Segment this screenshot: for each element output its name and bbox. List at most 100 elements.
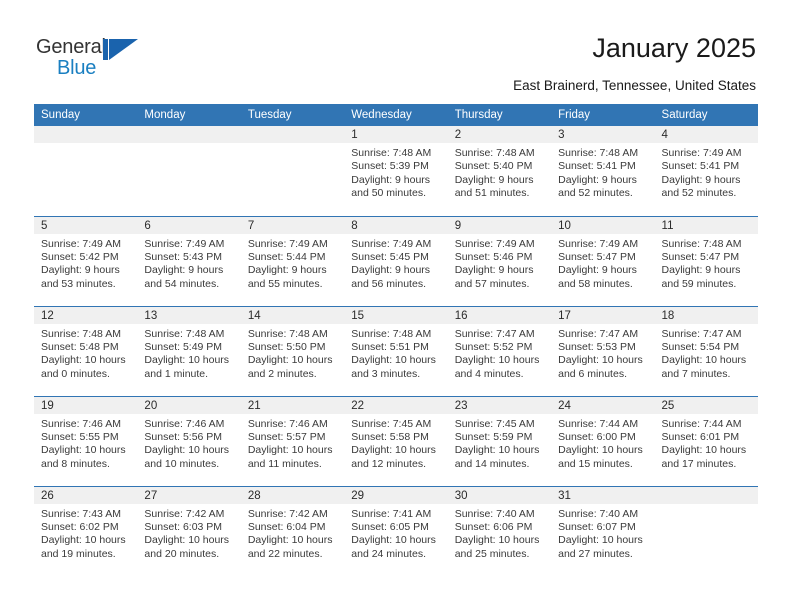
calendar-day-cell[interactable]: 5 Sunrise: 7:49 AM Sunset: 5:42 PM Daylight… (34, 215, 138, 306)
sunrise-line: Sunrise: 7:48 AM (351, 147, 432, 159)
calendar-body: 1 Sunrise: 7:48 AM Sunset: 5:39 PM Daylight… (34, 126, 758, 576)
day-detail-lines: Sunrise: 7:42 AM Sunset: 6:03 PM Daylight:… (137, 504, 240, 562)
calendar-day-cell[interactable]: 27 Sunrise: 7:42 AM Sunset: 6:03 PM Dayligh… (137, 485, 241, 576)
sunrise-line: Sunrise: 7:49 AM (144, 237, 225, 250)
weekday-header-saturday: Saturday (654, 104, 758, 126)
sunset-line: Sunset: 5:51 PM (351, 340, 429, 353)
day-number: 21 (240, 396, 345, 414)
calendar-day-cell[interactable]: 6 Sunrise: 7:49 AM Sunset: 5:43 PM Daylight… (137, 215, 241, 306)
calendar-day-cell[interactable]: 8 Sunrise: 7:49 AM Sunset: 5:45 PM Daylight… (344, 215, 448, 306)
day-number: 30 (447, 486, 552, 504)
sunset-line: Sunset: 5:40 PM (454, 160, 533, 173)
calendar-day-cell[interactable]: 7 Sunrise: 7:49 AM Sunset: 5:44 PM Daylight… (240, 215, 345, 306)
calendar-day-cell[interactable]: 25 Sunrise: 7:44 AM Sunset: 6:01 PM Dayligh… (654, 395, 758, 486)
day-detail-lines: Sunrise: 7:43 AM Sunset: 6:02 PM Daylight:… (34, 504, 137, 562)
daylight-line-cont: and 1 minute. (144, 367, 209, 380)
daylight-line-cont: and 51 minutes. (454, 187, 530, 200)
sunrise-line: Sunrise: 7:45 AM (454, 417, 535, 430)
day-detail-lines: Sunrise: 7:47 AM Sunset: 5:52 PM Daylight:… (448, 324, 551, 382)
daylight-line-cont: and 52 minutes. (558, 187, 633, 200)
sunset-line: Sunset: 5:53 PM (558, 340, 636, 353)
calendar-day-cell[interactable]: 29 Sunrise: 7:41 AM Sunset: 6:05 PM Dayligh… (344, 485, 448, 576)
daylight-line: Daylight: 9 hours (661, 264, 741, 277)
calendar-page: General Blue January 2025 East Brainerd,… (0, 0, 792, 612)
day-detail-lines: Sunrise: 7:49 AM Sunset: 5:42 PM Daylight:… (34, 234, 137, 292)
calendar-day-cell[interactable]: 17 Sunrise: 7:47 AM Sunset: 5:53 PM Dayligh… (551, 305, 655, 396)
sunrise-line: Sunrise: 7:44 AM (661, 417, 742, 430)
daylight-line: Daylight: 9 hours (454, 264, 534, 277)
sunrise-line: Sunrise: 7:46 AM (247, 417, 328, 430)
calendar-day-cell[interactable]: 28 Sunrise: 7:42 AM Sunset: 6:04 PM Dayligh… (240, 485, 345, 576)
sunrise-line: Sunrise: 7:47 AM (661, 327, 742, 340)
calendar-day-cell[interactable]: 2 Sunrise: 7:48 AM Sunset: 5:40 PM Daylight… (447, 126, 552, 216)
day-number (34, 126, 138, 143)
calendar-day-cell[interactable]: 24 Sunrise: 7:44 AM Sunset: 6:00 PM Dayligh… (551, 395, 655, 486)
calendar-day-cell[interactable]: 16 Sunrise: 7:47 AM Sunset: 5:52 PM Dayligh… (447, 305, 552, 396)
calendar-day-cell[interactable]: 15 Sunrise: 7:48 AM Sunset: 5:51 PM Dayligh… (344, 305, 448, 396)
calendar-week-row: 1 Sunrise: 7:48 AM Sunset: 5:39 PM Daylight… (34, 126, 758, 216)
sunrise-line: Sunrise: 7:49 AM (41, 237, 121, 250)
calendar-day-cell[interactable]: 19 Sunrise: 7:46 AM Sunset: 5:55 PM Dayligh… (34, 395, 138, 486)
sunrise-line: Sunrise: 7:40 AM (454, 507, 535, 520)
daylight-line-cont: and 24 minutes. (351, 547, 426, 560)
general-blue-logo[interactable]: General Blue (36, 36, 146, 82)
calendar-day-cell[interactable]: 23 Sunrise: 7:45 AM Sunset: 5:59 PM Dayligh… (447, 395, 552, 486)
calendar-day-cell[interactable]: 30 Sunrise: 7:40 AM Sunset: 6:06 PM Dayligh… (447, 485, 552, 576)
calendar-day-cell[interactable]: 21 Sunrise: 7:46 AM Sunset: 5:57 PM Dayligh… (240, 395, 345, 486)
sunrise-line: Sunrise: 7:47 AM (558, 327, 639, 340)
day-number: 19 (34, 396, 138, 414)
daylight-line-cont: and 22 minutes. (247, 547, 323, 560)
daylight-line-cont: and 7 minutes. (661, 367, 731, 380)
sunrise-line: Sunrise: 7:42 AM (247, 507, 328, 520)
daylight-line-cont: and 58 minutes. (558, 277, 633, 290)
daylight-line: Daylight: 9 hours (144, 264, 224, 277)
calendar-day-cell[interactable]: 10 Sunrise: 7:49 AM Sunset: 5:47 PM Dayligh… (551, 215, 655, 306)
calendar-day-cell[interactable]: 9 Sunrise: 7:49 AM Sunset: 5:46 PM Daylight… (447, 215, 552, 306)
sunset-line: Sunset: 6:02 PM (41, 520, 119, 533)
day-number: 25 (654, 396, 758, 414)
calendar-day-cell[interactable]: 31 Sunrise: 7:40 AM Sunset: 6:07 PM Dayligh… (551, 485, 655, 576)
day-detail-lines: Sunrise: 7:48 AM Sunset: 5:48 PM Daylight:… (34, 324, 137, 382)
daylight-line: Daylight: 10 hours (454, 534, 540, 547)
day-number: 26 (34, 486, 138, 504)
day-number: 23 (447, 396, 552, 414)
day-detail-lines: Sunrise: 7:47 AM Sunset: 5:54 PM Daylight:… (655, 324, 758, 382)
sunrise-line: Sunrise: 7:48 AM (144, 327, 225, 340)
calendar-day-cell[interactable]: 14 Sunrise: 7:48 AM Sunset: 5:50 PM Dayligh… (240, 305, 345, 396)
daylight-line: Daylight: 10 hours (41, 444, 126, 457)
calendar-day-cell[interactable]: 20 Sunrise: 7:46 AM Sunset: 5:56 PM Dayligh… (137, 395, 241, 486)
day-number (137, 126, 241, 143)
sunset-line: Sunset: 5:55 PM (41, 430, 119, 443)
calendar-day-cell[interactable]: 4 Sunrise: 7:49 AM Sunset: 5:41 PM Daylight… (654, 126, 758, 216)
daylight-line-cont: and 3 minutes. (351, 367, 421, 380)
day-number: 5 (34, 216, 138, 234)
day-detail-lines: Sunrise: 7:49 AM Sunset: 5:44 PM Daylight:… (241, 234, 344, 292)
day-detail-lines: Sunrise: 7:45 AM Sunset: 5:59 PM Daylight:… (448, 414, 551, 472)
logo-text-general: General (36, 36, 106, 58)
daylight-line-cont: and 56 minutes. (351, 277, 426, 290)
day-number: 10 (551, 216, 655, 234)
calendar-day-cell[interactable]: 26 Sunrise: 7:43 AM Sunset: 6:02 PM Dayligh… (34, 485, 138, 576)
calendar-day-cell[interactable]: 3 Sunrise: 7:48 AM Sunset: 5:41 PM Daylight… (551, 126, 655, 216)
calendar-day-cell[interactable]: 13 Sunrise: 7:48 AM Sunset: 5:49 PM Dayligh… (137, 305, 241, 396)
calendar-day-cell[interactable]: 12 Sunrise: 7:48 AM Sunset: 5:48 PM Dayligh… (34, 305, 138, 396)
weekday-header-friday: Friday (551, 104, 655, 126)
sunset-line: Sunset: 5:56 PM (144, 430, 223, 443)
weekday-header-wednesday: Wednesday (344, 104, 448, 126)
page-subtitle: East Brainerd, Tennessee, United States (513, 78, 756, 93)
daylight-line-cont: and 14 minutes. (454, 457, 530, 470)
daylight-line: Daylight: 9 hours (558, 173, 637, 186)
day-number: 3 (551, 126, 655, 143)
calendar-day-cell[interactable]: 18 Sunrise: 7:47 AM Sunset: 5:54 PM Dayligh… (654, 305, 758, 396)
day-number: 1 (344, 126, 448, 143)
sunrise-line: Sunrise: 7:40 AM (558, 507, 639, 520)
day-detail-lines: Sunrise: 7:49 AM Sunset: 5:41 PM Daylight:… (655, 143, 758, 201)
sunrise-line: Sunrise: 7:42 AM (144, 507, 225, 520)
calendar-day-cell[interactable]: 11 Sunrise: 7:48 AM Sunset: 5:47 PM Dayligh… (654, 215, 758, 306)
daylight-line: Daylight: 10 hours (247, 444, 333, 457)
sunrise-line: Sunrise: 7:49 AM (351, 237, 432, 250)
daylight-line: Daylight: 10 hours (351, 534, 436, 547)
sunrise-line: Sunrise: 7:43 AM (41, 507, 121, 520)
calendar-day-cell[interactable]: 22 Sunrise: 7:45 AM Sunset: 5:58 PM Dayligh… (344, 395, 448, 486)
calendar-day-cell[interactable]: 1 Sunrise: 7:48 AM Sunset: 5:39 PM Daylight… (344, 126, 448, 216)
